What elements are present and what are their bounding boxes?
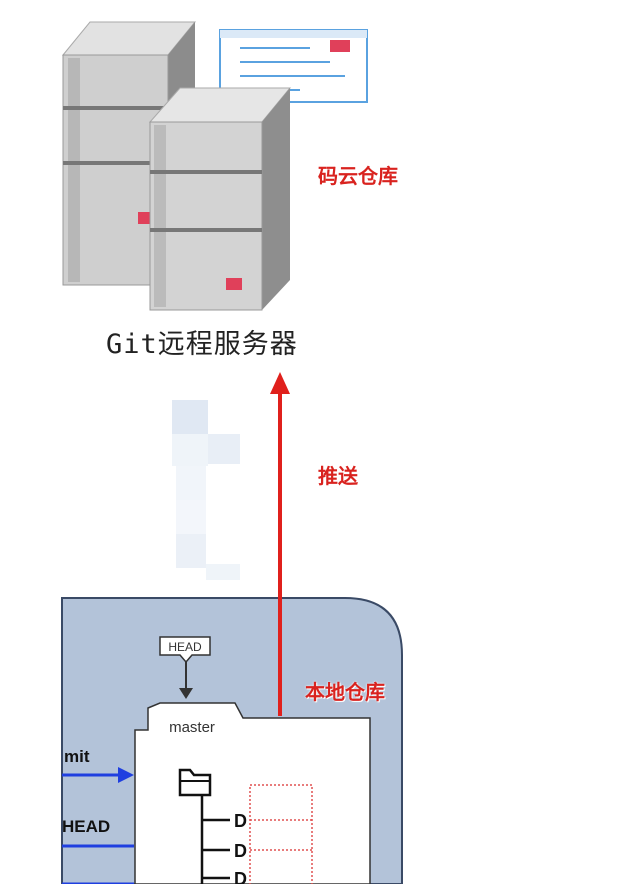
server-caption: Git远程服务器 bbox=[106, 329, 298, 360]
local-repo-label: 本地仓库 bbox=[305, 680, 385, 704]
branch-label: master bbox=[169, 719, 215, 736]
folder-icon bbox=[178, 768, 212, 797]
svg-text:D: D bbox=[234, 869, 247, 884]
left-label-head: HEAD bbox=[62, 817, 110, 836]
head-tag-label: HEAD bbox=[168, 640, 202, 654]
svg-text:D: D bbox=[234, 841, 247, 861]
server-front-icon bbox=[148, 87, 292, 311]
pixelated-placeholder bbox=[172, 400, 240, 580]
left-label-commit: mit bbox=[64, 747, 90, 766]
remote-server-illustration: D D D HEAD master mit HEAD bbox=[61, 21, 403, 884]
remote-repo-label: 码云仓库 bbox=[318, 164, 398, 188]
push-label: 推送 bbox=[318, 464, 358, 488]
svg-text:D: D bbox=[234, 811, 247, 831]
file-nodes: D D D bbox=[234, 811, 247, 884]
